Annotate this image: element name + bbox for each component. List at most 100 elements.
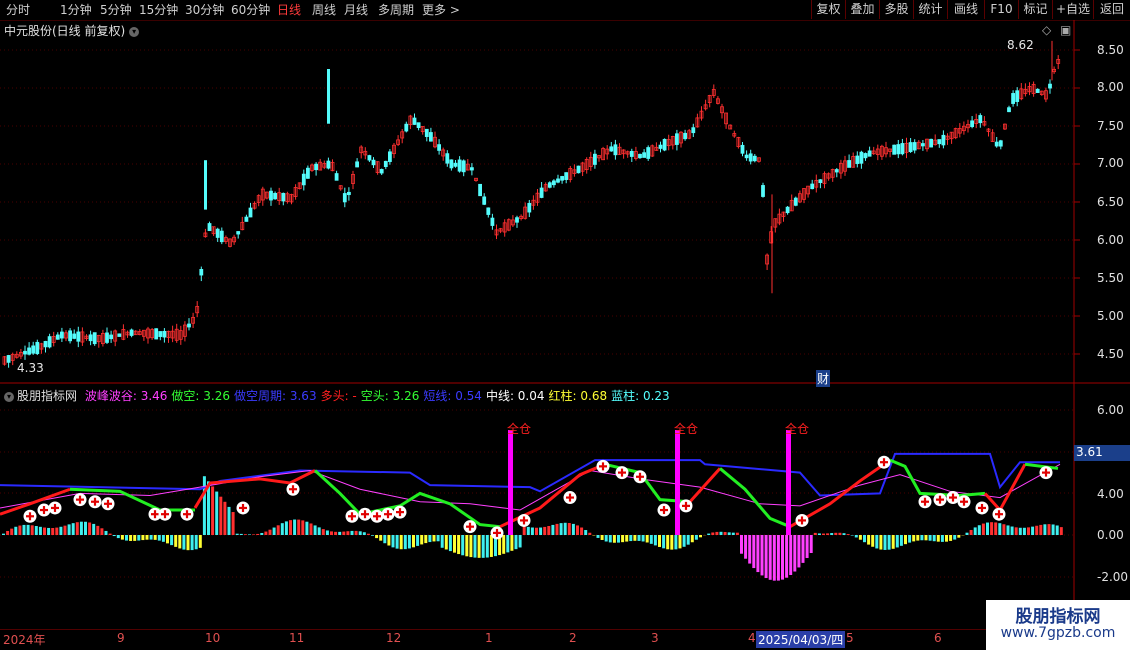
histogram-bar	[879, 535, 883, 550]
candle-body	[55, 334, 60, 340]
histogram-bar	[809, 535, 813, 554]
chevron-down-icon[interactable]: ▾	[4, 391, 14, 402]
histogram-bar	[67, 524, 71, 535]
tab-timeshare[interactable]: 分时	[6, 2, 30, 18]
histogram-bar	[1059, 527, 1063, 535]
histogram-bar	[571, 523, 575, 535]
histogram-bar	[477, 535, 481, 558]
tab-daily[interactable]: 日线	[277, 2, 301, 18]
histogram-bar	[391, 535, 395, 548]
tab-5min[interactable]: 5分钟	[100, 2, 132, 18]
histogram-bar	[145, 535, 149, 540]
histogram-bar	[301, 520, 305, 535]
site-watermark: 股朋指标网 www.7gpzb.com	[986, 600, 1130, 650]
panel-toggle-icon[interactable]: ▣	[1060, 23, 1071, 37]
histogram-bar	[707, 533, 711, 535]
histogram-bar	[1022, 527, 1026, 535]
histogram-bar	[682, 535, 686, 547]
histogram-bar	[588, 532, 592, 535]
tab-30min[interactable]: 30分钟	[185, 2, 224, 18]
finance-marker[interactable]: 财	[816, 370, 831, 387]
f10-button[interactable]: F10	[984, 0, 1018, 19]
draw-line-button[interactable]: 画线	[947, 0, 984, 19]
back-button[interactable]: 返回	[1093, 0, 1130, 19]
histogram-bar	[219, 496, 223, 535]
candle-body	[469, 167, 474, 171]
histogram-bar	[535, 527, 538, 535]
histogram-bar	[317, 527, 321, 535]
histogram-bar	[453, 535, 456, 553]
histogram-bar	[781, 535, 784, 580]
candle-body	[855, 155, 860, 164]
indicator-value-0: 波峰波谷: 3.46	[84, 389, 168, 403]
histogram-bar	[305, 521, 309, 535]
histogram-bar	[112, 535, 116, 537]
histogram-bar	[428, 535, 432, 543]
tab-monthly[interactable]: 月线	[344, 2, 368, 18]
candle-body	[281, 192, 286, 202]
histogram-bar	[957, 535, 961, 538]
histogram-bar	[576, 525, 579, 535]
histogram-bar	[75, 522, 79, 535]
histogram-bar	[1002, 524, 1006, 535]
histogram-bar	[514, 535, 518, 550]
candle-body	[43, 340, 48, 348]
overlay-button[interactable]: 叠加	[845, 0, 879, 19]
candle-body	[908, 142, 913, 152]
histogram-bar	[641, 535, 645, 542]
histogram-bar	[129, 535, 133, 541]
watermark-url: www.7gpzb.com	[1000, 625, 1116, 641]
kline-chart[interactable]	[0, 20, 1130, 630]
trend-line	[313, 469, 501, 529]
histogram-bar	[202, 476, 206, 535]
stats-button[interactable]: 统计	[913, 0, 947, 19]
tab-15min[interactable]: 15分钟	[139, 2, 178, 18]
add-favorite-button[interactable]: +自选	[1052, 0, 1093, 19]
candle-body	[457, 159, 462, 172]
histogram-bar	[801, 535, 805, 563]
histogram-bar	[34, 526, 38, 535]
histogram-bar	[850, 535, 854, 536]
tab-1min[interactable]: 1分钟	[60, 2, 92, 18]
histogram-bar	[928, 535, 932, 541]
histogram-bar	[846, 534, 850, 535]
mark-button[interactable]: 标记	[1018, 0, 1052, 19]
adjust-button[interactable]: 复权	[811, 0, 845, 19]
indicator-tick: 0.00	[1097, 528, 1124, 542]
candle-body	[387, 151, 392, 162]
histogram-bar	[653, 535, 657, 546]
diamond-icon[interactable]: ◇	[1042, 23, 1051, 37]
histogram-bar	[604, 535, 608, 542]
histogram-bar	[88, 522, 92, 535]
tab-multi-period[interactable]: 多周期	[378, 2, 414, 18]
tab-weekly[interactable]: 周线	[312, 2, 336, 18]
time-label: 3	[651, 631, 659, 645]
histogram-bar	[789, 535, 793, 575]
histogram-bar	[1051, 524, 1055, 535]
histogram-bar	[186, 535, 190, 551]
candle-body	[1048, 83, 1052, 89]
histogram-bar	[723, 532, 727, 535]
histogram-bar	[629, 535, 633, 542]
multi-stock-button[interactable]: 多股	[879, 0, 913, 19]
tab-60min[interactable]: 60分钟	[231, 2, 270, 18]
candle-body	[1007, 107, 1011, 113]
histogram-bar	[26, 524, 30, 535]
histogram-bar	[403, 535, 407, 550]
histogram-bar	[735, 532, 739, 535]
histogram-bar	[1027, 527, 1030, 535]
histogram-bar	[797, 535, 801, 568]
tab-more[interactable]: 更多 >	[422, 2, 460, 18]
histogram-bar	[895, 535, 899, 548]
histogram-bar	[674, 535, 678, 550]
histogram-bar	[949, 535, 953, 541]
candle-body	[342, 193, 347, 203]
histogram-bar	[953, 535, 957, 540]
candle-body	[662, 138, 667, 151]
candle-body	[383, 160, 388, 168]
histogram-bar	[424, 535, 428, 544]
histogram-bar	[510, 535, 514, 551]
histogram-bar	[412, 535, 415, 548]
candle-body	[896, 144, 901, 155]
candle-body	[461, 160, 466, 173]
